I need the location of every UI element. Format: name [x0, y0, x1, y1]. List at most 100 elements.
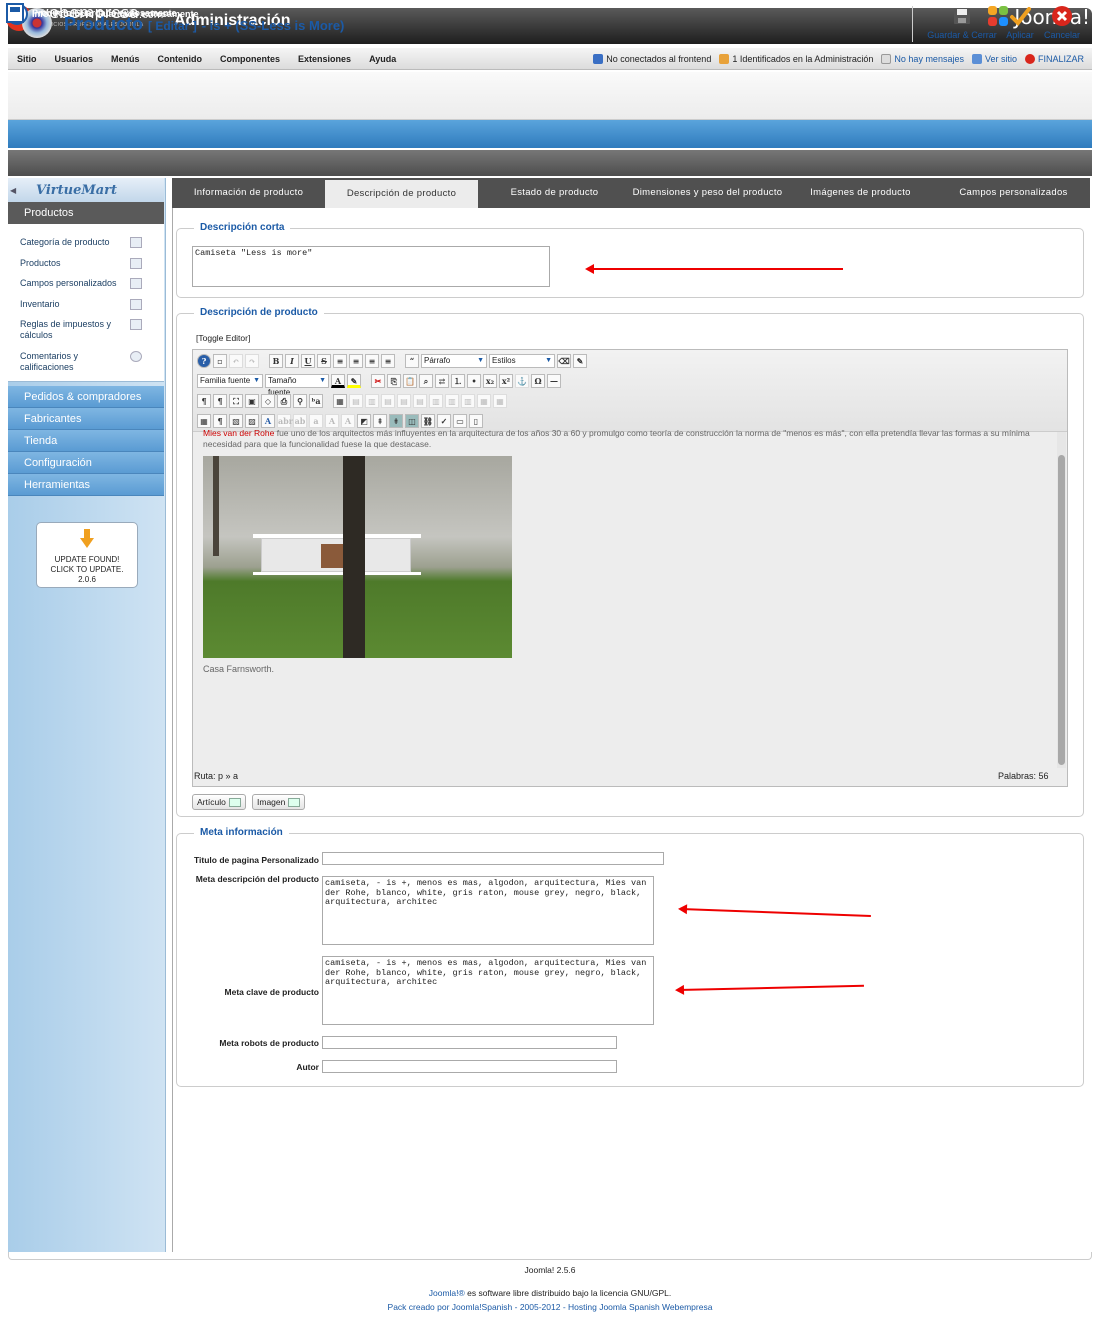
numbered-list-icon[interactable]: ⒈ — [451, 374, 465, 388]
sidebar-section-herramientas[interactable]: Herramientas — [8, 474, 164, 496]
sidebar-item-inventario[interactable]: Inventario — [20, 299, 126, 310]
acronym-icon[interactable]: ab — [293, 414, 307, 428]
highlight-icon[interactable]: ✎ — [347, 374, 361, 388]
horizontal-rule-icon[interactable]: — — [547, 374, 561, 388]
superscript-icon[interactable]: x² — [499, 374, 513, 388]
abbr-icon[interactable]: abr — [277, 414, 293, 428]
media-icon[interactable]: ▭ — [453, 414, 467, 428]
subscript-icon[interactable]: x₂ — [483, 374, 497, 388]
print-icon[interactable]: ⎙ — [277, 394, 291, 408]
replace-icon[interactable]: ⇄ — [435, 374, 449, 388]
editor-link-text[interactable]: Mies van der Rohe — [203, 428, 274, 438]
absolute-icon[interactable]: ◫ — [405, 414, 419, 428]
messages-link[interactable]: No hay mensajes — [881, 53, 964, 64]
redo-icon[interactable]: ↷ — [245, 354, 259, 368]
delete-text-icon[interactable]: A — [325, 414, 339, 428]
tab-estado[interactable]: Estado de producto — [478, 178, 631, 208]
footer-pack-link[interactable]: Pack creado por Joomla!Spanish - 2005-20… — [0, 1302, 1100, 1312]
tab-campos[interactable]: Campos personalizados — [937, 178, 1090, 208]
sidebar-section-fabricantes[interactable]: Fabricantes — [8, 408, 164, 430]
undo-icon[interactable]: ↶ — [229, 354, 243, 368]
fullscreen-icon[interactable]: ⛶ — [229, 394, 243, 408]
col-after-icon[interactable]: ▥ — [445, 394, 459, 408]
sidebar-item-productos[interactable]: Productos — [20, 258, 126, 269]
cell-props-icon[interactable]: ▥ — [365, 394, 379, 408]
sidebar-item-reglas[interactable]: Reglas de impuestos y cálculos — [20, 319, 126, 341]
binoculars-icon[interactable]: ⚲ — [293, 394, 307, 408]
row-before-icon[interactable]: ▤ — [381, 394, 395, 408]
spell-check-icon[interactable]: ✓ — [437, 414, 451, 428]
eraser-icon[interactable]: ⌫ — [557, 354, 571, 368]
font-family-select[interactable]: Familia fuente ▼ — [197, 374, 263, 388]
brush-icon[interactable]: ✎ — [573, 354, 587, 368]
omega-icon[interactable]: Ω — [531, 374, 545, 388]
font-size-select[interactable]: Tamaño fuente ▼ — [265, 374, 329, 397]
format-select[interactable]: Párrafo ▼ — [421, 354, 487, 368]
anchor-icon[interactable]: ⚓ — [515, 374, 529, 388]
meta-description-textarea[interactable]: camiseta, - is +, menos es mas, algodon,… — [322, 876, 654, 945]
image-button[interactable]: Imagen — [252, 794, 306, 810]
copy-icon[interactable]: ⎘ — [387, 374, 401, 388]
farnsworth-house-image[interactable] — [203, 456, 512, 658]
align-left-icon[interactable]: ≡ — [333, 354, 347, 368]
sidebar-item-comentarios[interactable]: Comentarios y calificaciones — [20, 351, 126, 373]
view-site-link[interactable]: Ver sitio — [971, 53, 1017, 64]
insert-layer-icon[interactable]: ◩ — [357, 414, 371, 428]
tab-descripcion[interactable]: Descripción de producto — [325, 178, 478, 208]
underline-icon[interactable]: U — [301, 354, 315, 368]
cut-icon[interactable]: ✂ — [371, 374, 385, 388]
tab-informacion[interactable]: Información de producto — [172, 178, 325, 208]
meta-keywords-textarea[interactable]: camiseta, - is +, menos es mas, algodon,… — [322, 956, 654, 1025]
sidebar-section-configuracion[interactable]: Configuración — [8, 452, 164, 474]
author-input[interactable] — [322, 1060, 617, 1073]
row-after-icon[interactable]: ▤ — [397, 394, 411, 408]
rtl-icon[interactable]: ¶ — [213, 394, 227, 408]
sidebar-section-productos[interactable]: Productos — [8, 202, 164, 224]
menu-contenido[interactable]: Contenido — [149, 54, 212, 64]
menu-menus[interactable]: Menús — [102, 54, 149, 64]
merge-cells-icon[interactable]: ▦ — [493, 394, 507, 408]
split-cells-icon[interactable]: ▦ — [477, 394, 491, 408]
save-close-button[interactable]: Guardar & Cerrar — [924, 5, 1000, 40]
toggle-editor-link[interactable]: [Toggle Editor] — [196, 333, 250, 343]
page-break-icon[interactable]: ▯ — [469, 414, 483, 428]
image-icon[interactable]: ▨ — [245, 414, 259, 428]
cite-icon[interactable]: a — [309, 414, 323, 428]
article-button[interactable]: Artículo — [192, 794, 246, 810]
styles-icon[interactable]: A — [261, 414, 275, 428]
sidebar-item-categoria[interactable]: Categoría de producto — [20, 237, 126, 248]
strikethrough-icon[interactable]: S — [317, 354, 331, 368]
ltr-icon[interactable]: ¶ — [197, 394, 211, 408]
collapse-sidebar-icon[interactable]: ◀ — [10, 186, 16, 195]
table-icon[interactable]: ▦ — [333, 394, 347, 408]
preview-icon[interactable]: ▣ — [245, 394, 259, 408]
bold-icon[interactable]: B — [269, 354, 283, 368]
sidebar-section-pedidos[interactable]: Pedidos & compradores — [8, 386, 164, 408]
menu-extensiones[interactable]: Extensiones — [289, 54, 360, 64]
new-document-icon[interactable]: ▫ — [213, 354, 227, 368]
menu-sitio[interactable]: Sitio — [8, 54, 46, 64]
styles-select[interactable]: Estilos ▼ — [489, 354, 555, 368]
logout-link[interactable]: FINALIZAR — [1024, 53, 1084, 64]
footer-joomla-link[interactable]: Joomla!® — [429, 1288, 465, 1298]
apply-button[interactable]: Aplicar — [996, 5, 1044, 40]
tab-dimensiones[interactable]: Dimensiones y peso del producto — [631, 178, 784, 208]
insert-text-icon[interactable]: A — [341, 414, 355, 428]
menu-ayuda[interactable]: Ayuda — [360, 54, 405, 64]
tab-imagenes[interactable]: Imágenes de producto — [784, 178, 937, 208]
align-right-icon[interactable]: ≡ — [365, 354, 379, 368]
delete-row-icon[interactable]: ▤ — [413, 394, 427, 408]
move-backward-icon[interactable]: ⇟ — [389, 414, 403, 428]
visual-aid-icon[interactable]: ▦ — [197, 414, 211, 428]
align-justify-icon[interactable]: ≡ — [381, 354, 395, 368]
sidebar-item-campos[interactable]: Campos personalizados — [20, 278, 126, 289]
text-color-icon[interactable]: A — [331, 374, 345, 388]
spellcheck-icon[interactable]: ᵇa — [309, 394, 323, 408]
italic-icon[interactable]: I — [285, 354, 299, 368]
align-center-icon[interactable]: ≡ — [349, 354, 363, 368]
delete-col-icon[interactable]: ▥ — [461, 394, 475, 408]
help-icon[interactable]: ? — [197, 354, 211, 368]
meta-robots-input[interactable] — [322, 1036, 617, 1049]
link-icon[interactable]: ⛓ — [421, 414, 435, 428]
code-icon[interactable]: ◇ — [261, 394, 275, 408]
